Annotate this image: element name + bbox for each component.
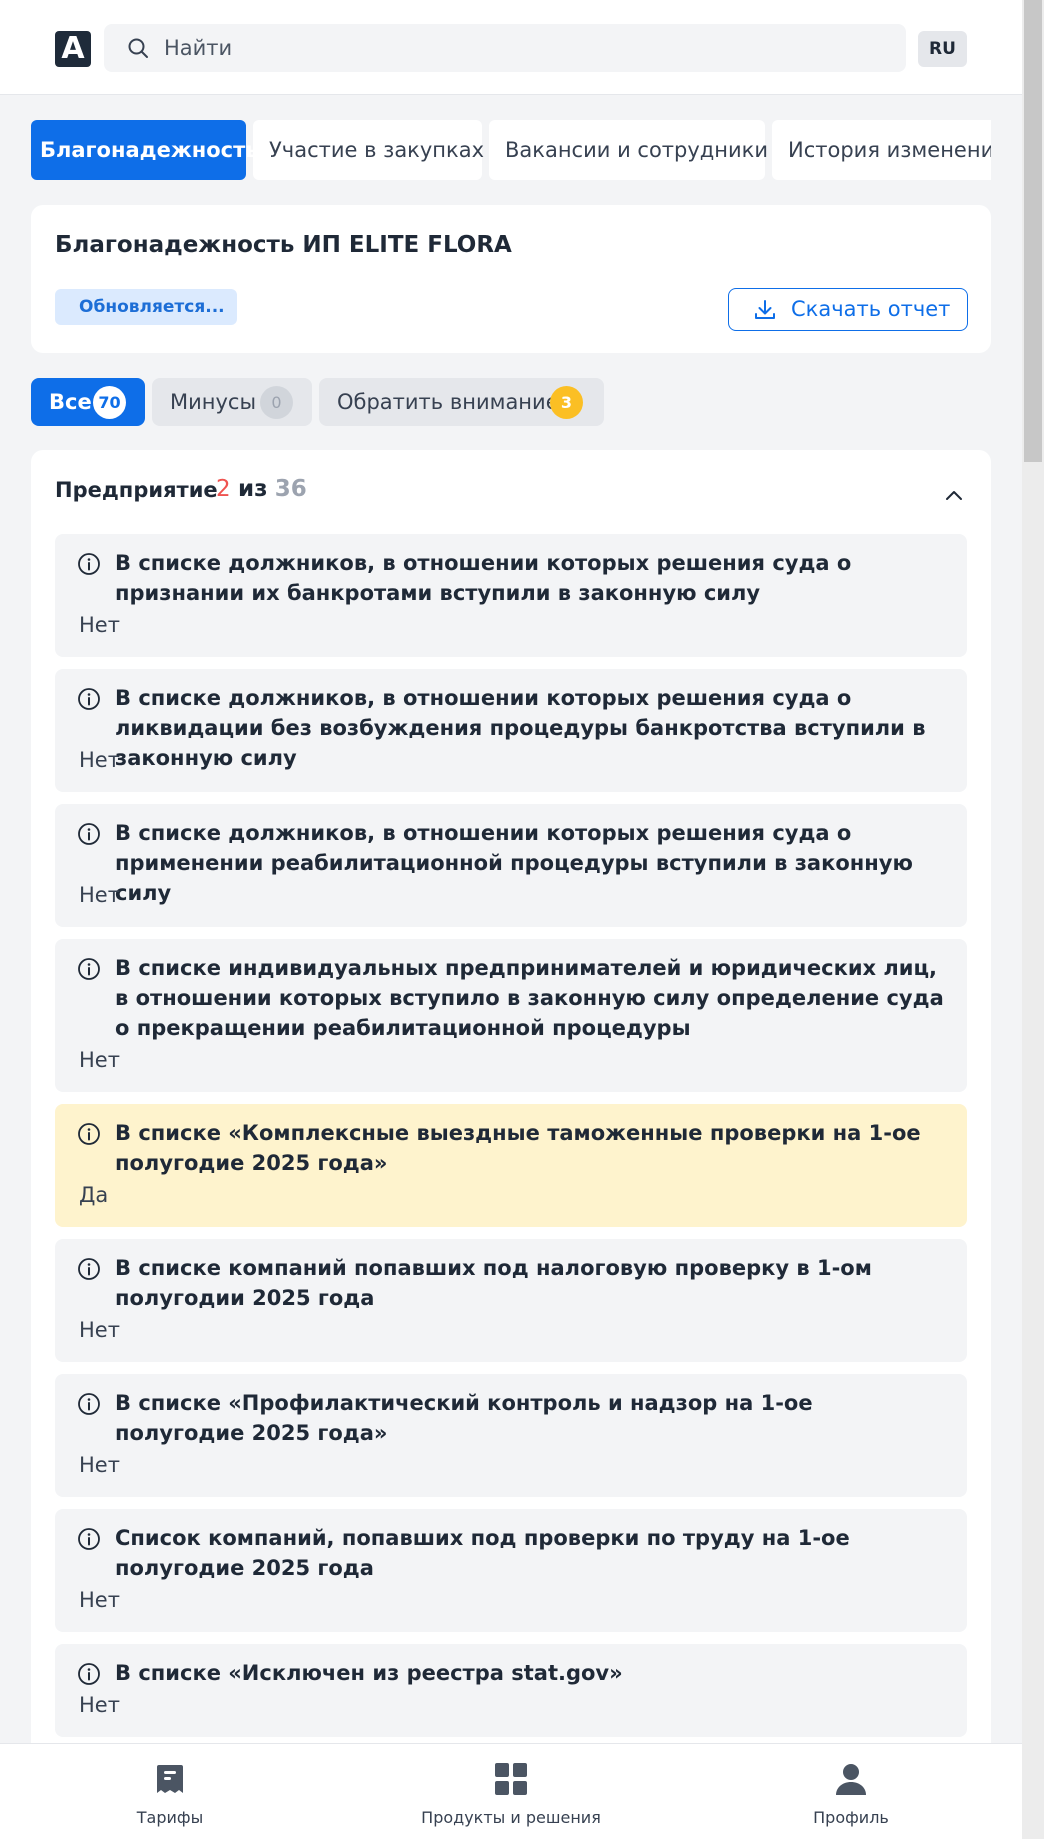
filter-minuses-label: Минусы <box>170 390 257 414</box>
info-icon[interactable] <box>77 1527 101 1551</box>
nav-label-products: Продукты и решения <box>421 1808 601 1827</box>
list-item: В списке должников, в отношении которых … <box>55 804 967 927</box>
filter-minuses-count: 0 <box>260 386 293 419</box>
item-value: Нет <box>79 1048 120 1072</box>
info-icon[interactable] <box>77 822 101 846</box>
nav-label-profile: Профиль <box>813 1808 889 1827</box>
info-icon[interactable] <box>77 1257 101 1281</box>
filter-minuses[interactable]: Минусы 0 <box>152 378 312 426</box>
item-title: Список компаний, попавших под проверки п… <box>115 1526 850 1580</box>
item-value: Нет <box>79 1588 120 1612</box>
list-item: Список компаний, попавших под проверки п… <box>55 1509 967 1632</box>
tariffs-icon <box>157 1765 183 1793</box>
info-icon[interactable] <box>77 552 101 576</box>
section-count: 2 из 36 <box>216 476 307 502</box>
nav-label-tariffs: Тарифы <box>136 1808 204 1827</box>
profile-icon <box>836 1764 866 1795</box>
item-title: В списке должников, в отношении которых … <box>115 686 926 770</box>
list-item-warning: В списке «Комплексные выездные таможенны… <box>55 1104 967 1227</box>
tab-history[interactable]: История изменений <box>772 120 991 180</box>
item-title: В списке «Профилактический контроль и на… <box>115 1391 813 1445</box>
item-value: Нет <box>79 883 120 907</box>
item-title: В списке «Исключен из реестра stat.gov» <box>115 1661 623 1685</box>
item-title: В списке должников, в отношении которых … <box>115 551 852 605</box>
chevron-up-icon[interactable] <box>943 484 965 506</box>
tab-procurement[interactable]: Участие в закупках <box>253 120 484 180</box>
item-value: Нет <box>79 1693 120 1717</box>
nav-item-products[interactable]: Продукты и решения <box>391 1744 631 1839</box>
top-bar: A RU <box>0 0 1022 95</box>
item-value: Нет <box>79 1318 120 1342</box>
report-card: Благонадежность ИП ELITE FLORA Обновляет… <box>31 205 991 353</box>
info-icon[interactable] <box>77 1122 101 1146</box>
search-icon <box>128 38 148 58</box>
filter-all[interactable]: Все 70 <box>31 378 145 426</box>
enterprise-section: Предприятие 2 из 36 В списке должников, … <box>31 450 991 1839</box>
scrollbar-thumb[interactable] <box>1024 0 1042 462</box>
list-item: В списке «Исключен из реестра stat.gov» … <box>55 1644 967 1737</box>
item-title: В списке должников, в отношении которых … <box>115 821 913 905</box>
item-value: Нет <box>79 748 120 772</box>
info-icon[interactable] <box>77 1392 101 1416</box>
search-input[interactable] <box>164 24 884 72</box>
logo[interactable]: A <box>55 31 91 67</box>
section-title: Предприятие <box>55 478 218 502</box>
download-label: Скачать отчет <box>791 297 951 321</box>
status-badge: Обновляется... <box>55 289 237 325</box>
tab-vacancies[interactable]: Вакансии и сотрудники <box>489 120 768 180</box>
list-item: В списке индивидуальных предпринимателей… <box>55 939 967 1092</box>
page: A RU Благонадежность Участие в закупках … <box>0 0 1022 1839</box>
list-item: В списке «Профилактический контроль и на… <box>55 1374 967 1497</box>
filter-attention-count: 3 <box>550 386 583 419</box>
bottom-nav: Тарифы Продукты и решения Профиль <box>0 1743 1022 1839</box>
list-item: В списке должников, в отношении которых … <box>55 534 967 657</box>
item-title: В списке индивидуальных предпринимателей… <box>115 956 944 1040</box>
item-value: Нет <box>79 1453 120 1477</box>
item-value: Нет <box>79 613 120 637</box>
filter-attention-label: Обратить внимание <box>337 390 559 414</box>
filter-all-count: 70 <box>93 386 126 419</box>
download-report-button[interactable]: Скачать отчет <box>728 288 968 331</box>
filter-attention[interactable]: Обратить внимание 3 <box>319 378 604 426</box>
language-switch[interactable]: RU <box>918 31 967 67</box>
list-item: В списке должников, в отношении которых … <box>55 669 967 792</box>
item-title: В списке «Комплексные выездные таможенны… <box>115 1121 921 1175</box>
nav-item-profile[interactable]: Профиль <box>731 1744 971 1839</box>
info-icon[interactable] <box>77 687 101 711</box>
nav-item-tariffs[interactable]: Тарифы <box>50 1744 290 1839</box>
list-item: В списке компаний попавших под налоговую… <box>55 1239 967 1362</box>
section-count-total: 36 <box>274 476 307 502</box>
section-count-of: из <box>237 476 268 502</box>
section-count-highlight: 2 <box>216 476 231 502</box>
tab-bar: Благонадежность Участие в закупках Вакан… <box>31 120 991 180</box>
info-icon[interactable] <box>77 1662 101 1686</box>
tab-reliability[interactable]: Благонадежность <box>31 120 259 180</box>
filter-all-label: Все <box>49 390 92 414</box>
grid-icon <box>495 1763 527 1795</box>
report-title: Благонадежность ИП ELITE FLORA <box>55 232 512 258</box>
download-icon <box>755 300 775 319</box>
item-value: Да <box>79 1183 109 1207</box>
item-title: В списке компаний попавших под налоговую… <box>115 1256 872 1310</box>
info-icon[interactable] <box>77 957 101 981</box>
search-box[interactable] <box>104 24 906 72</box>
